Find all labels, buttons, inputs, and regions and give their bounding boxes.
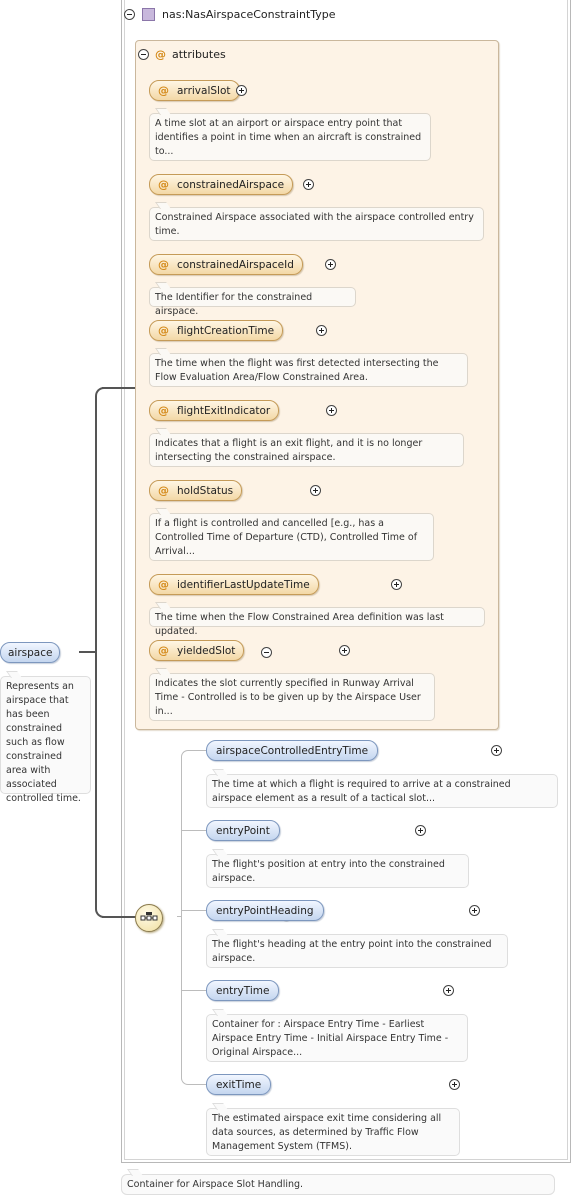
sequence-branch-line (181, 990, 206, 991)
element-entryPoint[interactable]: entryPoint (206, 820, 280, 841)
collapse-toggle-icon[interactable] (124, 8, 135, 20)
attribute-at-icon: @ (158, 404, 169, 417)
attribute-at-icon: @ (155, 47, 166, 61)
attribute-at-icon: @ (158, 178, 169, 191)
attribute-flightCreationTime[interactable]: @ flightCreationTime (149, 320, 284, 341)
element-description: The time at which a flight is required t… (206, 769, 558, 808)
attribute-description: If a flight is controlled and cancelled … (149, 508, 434, 561)
sequence-bracket-corner (181, 750, 189, 760)
element-name: airspace (8, 646, 53, 659)
attribute-flightExitIndicator[interactable]: @ flightExitIndicator (149, 400, 280, 421)
type-header: nas:NasAirspaceConstraintType (124, 4, 336, 24)
attribute-at-icon: @ (158, 484, 169, 497)
sequence-link-line (177, 916, 182, 917)
element-entryTime[interactable]: entryTime (206, 980, 280, 1001)
attribute-description: Indicates the slot currently specified i… (149, 668, 435, 721)
connector-line (102, 916, 136, 918)
attribute-holdStatus[interactable]: @ holdStatus (149, 480, 243, 501)
expand-plus-icon[interactable] (309, 485, 321, 496)
attribute-description: Indicates that a flight is an exit fligh… (149, 428, 464, 467)
root-collapse-toggle-icon[interactable] (260, 647, 272, 658)
expand-plus-icon[interactable] (414, 825, 426, 836)
attribute-description: The Identifier for the constrained airsp… (149, 282, 356, 317)
attribute-name: identifierLastUpdateTime (177, 578, 310, 591)
sequence-branch-line (181, 910, 206, 911)
attribute-name: arrivalSlot (177, 84, 231, 97)
element-airspaceControlledEntryTime[interactable]: airspaceControlledEntryTime (206, 740, 379, 761)
expand-plus-icon[interactable] (236, 85, 247, 96)
attributes-collapse-toggle-icon[interactable] (138, 48, 149, 60)
attribute-constrainedAirspaceId[interactable]: @ constrainedAirspaceId (149, 254, 303, 275)
element-name: entryTime (216, 984, 270, 997)
root-element-airspace[interactable]: airspace (0, 642, 61, 663)
connector-line (102, 387, 135, 389)
attribute-at-icon: @ (158, 258, 169, 271)
expand-plus-icon[interactable] (315, 325, 327, 336)
attribute-arrivalSlot[interactable]: @ arrivalSlot (149, 80, 240, 101)
sequence-branch-line (181, 830, 206, 831)
attribute-name: flightCreationTime (177, 324, 275, 337)
element-description: The estimated airspace exit time conside… (206, 1103, 460, 1156)
expand-plus-icon[interactable] (325, 405, 337, 416)
connector-corner (95, 904, 105, 918)
attribute-yieldedSlot[interactable]: @ yieldedSlot (149, 640, 245, 661)
connector-corner (95, 387, 105, 399)
attributes-label: attributes (172, 47, 226, 61)
complex-type-icon (142, 7, 155, 21)
connector-line (79, 651, 96, 653)
element-name: airspaceControlledEntryTime (216, 744, 369, 757)
attribute-name: yieldedSlot (177, 644, 236, 657)
type-description: Container for Airspace Slot Handling. (121, 1169, 555, 1195)
attribute-at-icon: @ (158, 84, 169, 97)
element-description: The flight's heading at the entry point … (206, 929, 508, 968)
expand-plus-icon[interactable] (490, 745, 502, 756)
type-name: nas:NasAirspaceConstraintType (162, 7, 336, 21)
element-entryPointHeading[interactable]: entryPointHeading (206, 900, 324, 921)
element-description: The flight's position at entry into the … (206, 849, 469, 888)
element-name: entryPointHeading (216, 904, 314, 917)
attribute-description: A time slot at an airport or airspace en… (149, 108, 431, 161)
sequence-bracket-line (181, 760, 182, 1078)
sequence-branch-line (188, 1084, 206, 1085)
attribute-name: flightExitIndicator (177, 404, 271, 417)
connector-line (95, 396, 97, 906)
expand-plus-icon[interactable] (469, 905, 481, 916)
attribute-constrainedAirspace[interactable]: @ constrainedAirspace (149, 174, 294, 195)
attribute-description: Constrained Airspace associated with the… (149, 202, 484, 241)
attribute-name: constrainedAirspaceId (177, 258, 294, 271)
attribute-description: The time when the flight was first detec… (149, 348, 468, 387)
element-name: exitTime (216, 1078, 262, 1091)
root-description: Represents an airspace that has been con… (0, 671, 91, 804)
attribute-description: The time when the Flow Constrained Area … (149, 602, 485, 637)
element-description: Container for : Airspace Entry Time - Ea… (206, 1009, 468, 1062)
attribute-name: constrainedAirspace (177, 178, 285, 191)
attributes-header: @ attributes (138, 46, 226, 62)
element-name: entryPoint (216, 824, 270, 837)
attribute-name: holdStatus (177, 484, 234, 497)
element-exitTime[interactable]: exitTime (206, 1074, 272, 1095)
attribute-at-icon: @ (158, 578, 169, 591)
sequence-branch-line (188, 750, 206, 751)
attribute-identifierLastUpdateTime[interactable]: @ identifierLastUpdateTime (149, 574, 319, 595)
attribute-at-icon: @ (158, 324, 169, 337)
attribute-at-icon: @ (158, 644, 169, 657)
sequence-compositor-icon[interactable] (135, 904, 163, 932)
